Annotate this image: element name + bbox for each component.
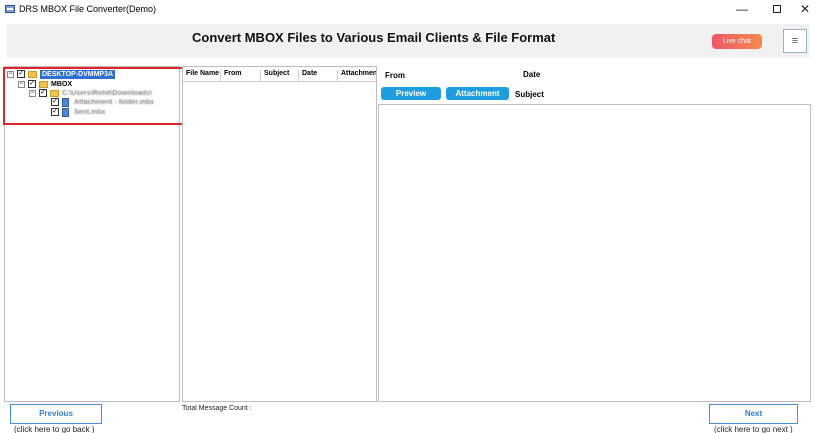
message-list-header: File Name From Subject Date Attachment — [183, 68, 376, 82]
column-header-attachment[interactable]: Attachment — [338, 70, 376, 82]
column-header-subject[interactable]: Subject — [261, 70, 299, 82]
date-label: Date — [523, 70, 541, 79]
preview-button[interactable]: Preview — [381, 87, 441, 100]
subject-label: Subject — [515, 90, 544, 99]
close-button[interactable]: ✕ — [790, 0, 815, 20]
attachment-button[interactable]: Attachment — [446, 87, 509, 100]
previous-hint: (click here to go back ) — [14, 425, 95, 433]
next-button[interactable]: Next — [709, 404, 798, 424]
column-header-from[interactable]: From — [221, 70, 261, 82]
live-chat-button[interactable]: Live chat — [712, 34, 762, 49]
minimize-button[interactable]: — — [727, 0, 757, 20]
menu-button[interactable]: ≡ — [783, 29, 807, 53]
message-list-panel[interactable]: File Name From Subject Date Attachment — [182, 66, 377, 402]
hamburger-icon: ≡ — [791, 35, 799, 47]
total-message-count-label: Total Message Count : — [182, 405, 252, 412]
title-bar: DRS MBOX File Converter(Demo) — ✕ — [0, 0, 815, 20]
header-banner: Convert MBOX Files to Various Email Clie… — [7, 24, 809, 58]
column-header-date[interactable]: Date — [299, 70, 338, 82]
from-label: From — [385, 71, 405, 80]
preview-panel: From Date Preview Attachment Subject — [378, 66, 811, 402]
app-icon — [5, 5, 15, 13]
highlight-box — [3, 67, 186, 125]
message-content-area[interactable] — [378, 104, 811, 402]
window-title: DRS MBOX File Converter(Demo) — [19, 4, 157, 14]
column-header-file-name[interactable]: File Name — [183, 70, 221, 82]
page-title: Convert MBOX Files to Various Email Clie… — [192, 30, 556, 45]
maximize-icon — [773, 5, 781, 13]
previous-button[interactable]: Previous — [10, 404, 102, 424]
maximize-button[interactable] — [762, 0, 792, 20]
next-hint: (click here to go next ) — [714, 425, 793, 433]
